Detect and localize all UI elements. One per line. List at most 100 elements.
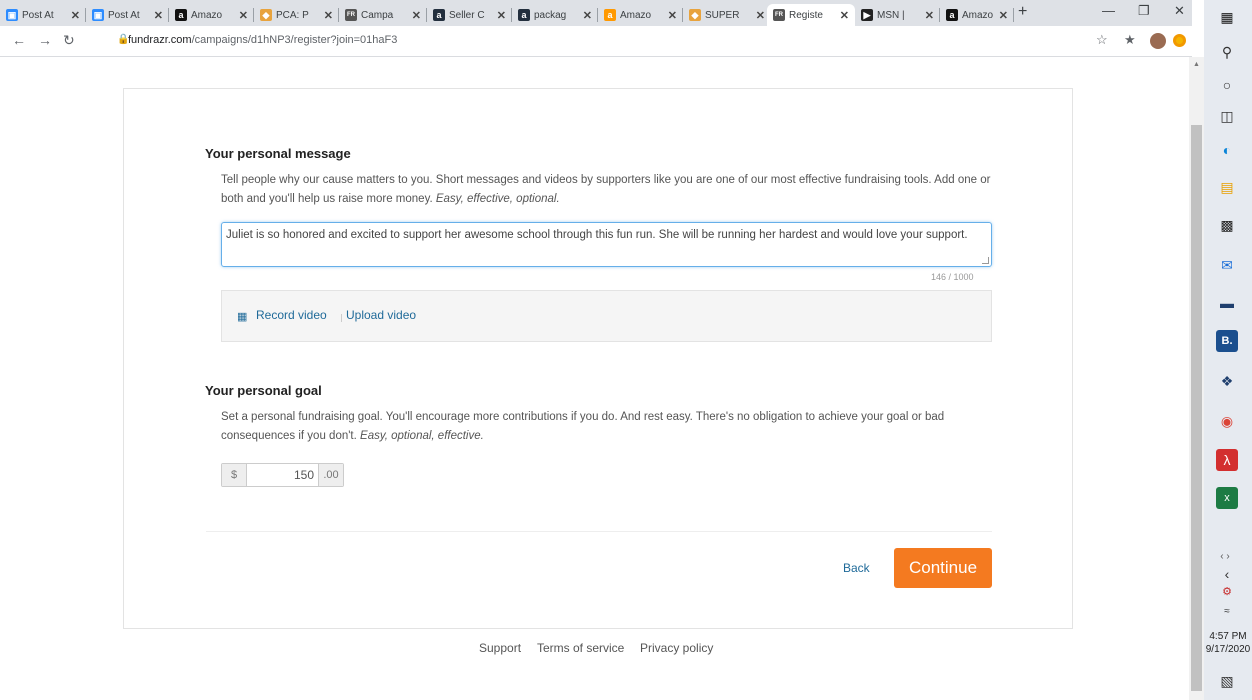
tray-icons[interactable]: ⚙ bbox=[1216, 580, 1238, 602]
close-window-icon[interactable]: ✕ bbox=[1174, 3, 1185, 19]
personal-goal-description: Set a personal fundraising goal. You'll … bbox=[221, 408, 996, 446]
acrobat-icon[interactable]: λ bbox=[1216, 449, 1238, 471]
browser-tab[interactable]: ▣ Post At ✕ bbox=[86, 4, 169, 26]
close-tab-icon[interactable]: ✕ bbox=[583, 9, 592, 22]
personal-message-title: Your personal message bbox=[205, 146, 351, 161]
video-options-box: ▦ Record video Upload video bbox=[221, 290, 992, 342]
extensions-icon[interactable]: ★ bbox=[1124, 32, 1136, 48]
amazon-app-icon[interactable]: ▬ bbox=[1216, 292, 1238, 314]
browser-tab[interactable]: FR Registe ✕ bbox=[767, 4, 855, 26]
forward-arrow-icon[interactable]: → bbox=[38, 32, 52, 48]
page-viewport: Your personal message Tell people why ou… bbox=[0, 57, 1190, 700]
url-path: /campaigns/d1hNP3/register?join=01haF3 bbox=[191, 34, 398, 46]
registration-card: Your personal message Tell people why ou… bbox=[123, 88, 1073, 629]
browser-tab[interactable]: a Amazo ✕ bbox=[598, 4, 683, 26]
close-tab-icon[interactable]: ✕ bbox=[412, 9, 421, 22]
close-tab-icon[interactable]: ✕ bbox=[840, 9, 849, 22]
amazon-icon: a bbox=[946, 9, 958, 21]
maximize-icon[interactable]: ❐ bbox=[1138, 3, 1150, 19]
excel-icon[interactable]: x bbox=[1216, 487, 1238, 509]
msn-icon: ▶ bbox=[861, 9, 873, 21]
close-tab-icon[interactable]: ✕ bbox=[71, 9, 80, 22]
resize-handle-icon[interactable] bbox=[982, 257, 989, 264]
scroll-up-icon[interactable]: ▲ bbox=[1193, 61, 1200, 68]
notification-center-icon[interactable]: ▧ bbox=[1216, 670, 1238, 692]
new-tab-button[interactable]: + bbox=[1018, 3, 1027, 21]
scrollbar-thumb[interactable] bbox=[1191, 125, 1202, 691]
profile-avatar[interactable] bbox=[1150, 33, 1166, 49]
personal-message-text: Juliet is so honored and excited to supp… bbox=[226, 229, 968, 241]
personal-message-textarea[interactable]: Juliet is so honored and excited to supp… bbox=[221, 222, 992, 267]
browser-tab[interactable]: FR Campa ✕ bbox=[339, 4, 427, 26]
character-counter: 146 / 1000 bbox=[931, 272, 974, 282]
address-bar: ← → ↻ 🔒 fundrazr.com/campaigns/d1hNP3/re… bbox=[0, 26, 1192, 57]
browser-tab-title: PCA: P bbox=[276, 9, 309, 21]
browser-tab[interactable]: ◆ PCA: P ✕ bbox=[254, 4, 339, 26]
booking-app-icon[interactable]: B. bbox=[1216, 330, 1238, 352]
browser-tab[interactable]: a Amazo ✕ bbox=[169, 4, 254, 26]
close-tab-icon[interactable]: ✕ bbox=[999, 9, 1008, 22]
footer-privacy-link[interactable]: Privacy policy bbox=[640, 641, 713, 655]
personal-message-description-text: Tell people why our cause matters to you… bbox=[221, 174, 991, 205]
start-windows-icon[interactable]: ▦ bbox=[1216, 6, 1238, 28]
close-tab-icon[interactable]: ✕ bbox=[497, 9, 506, 22]
amazon-orange-icon: a bbox=[604, 9, 616, 21]
browser-tab[interactable]: a Amazo ✕ bbox=[940, 4, 1014, 26]
browser-tab-title: Amazo bbox=[962, 9, 994, 21]
close-tab-icon[interactable]: ✕ bbox=[925, 9, 934, 22]
mail-icon[interactable]: ✉ bbox=[1216, 254, 1238, 276]
reload-icon[interactable]: ↻ bbox=[63, 32, 75, 49]
browser-tab[interactable]: ◆ SUPER ✕ bbox=[683, 4, 771, 26]
back-arrow-icon[interactable]: ← bbox=[12, 32, 26, 48]
browser-tab[interactable]: ▣ Post At ✕ bbox=[0, 4, 86, 26]
browser-tab[interactable]: ▶ MSN | ✕ bbox=[855, 4, 940, 26]
seller-central-icon: a bbox=[518, 9, 530, 21]
dropbox-icon[interactable]: ❖ bbox=[1216, 370, 1238, 392]
taskbar-time[interactable]: 4:57 PM bbox=[1204, 631, 1252, 642]
edge-browser-icon[interactable]: ◐ bbox=[1216, 139, 1238, 161]
extension-honey-icon[interactable] bbox=[1173, 34, 1186, 47]
windows-taskbar: ▦ ⚲ ○ ◫ ◐ ▤ ▩ ✉ ▬ B. ❖ ◉ λ x ‹ › ‹ ⚙ ≈ ▧ bbox=[1204, 0, 1252, 700]
browser-tab[interactable]: a packag ✕ bbox=[512, 4, 598, 26]
chrome-icon[interactable]: ◉ bbox=[1216, 410, 1238, 432]
cortana-icon[interactable]: ○ bbox=[1216, 74, 1238, 96]
wifi-volume-icon[interactable]: ≈ bbox=[1216, 600, 1238, 622]
close-tab-icon[interactable]: ✕ bbox=[756, 9, 765, 22]
browser-tab-title: MSN | bbox=[877, 9, 905, 21]
browser-tab-title: Registe bbox=[789, 9, 823, 21]
pca-icon: ◆ bbox=[689, 9, 701, 21]
personal-message-description: Tell people why our cause matters to you… bbox=[221, 171, 996, 209]
browser-tab-title: Campa bbox=[361, 9, 394, 21]
upload-video-link[interactable]: Upload video bbox=[346, 308, 416, 322]
fundrazr-icon: FR bbox=[773, 9, 785, 21]
browser-tab-title: packag bbox=[534, 9, 567, 21]
search-icon[interactable]: ⚲ bbox=[1216, 41, 1238, 63]
minimize-icon[interactable]: — bbox=[1102, 3, 1115, 18]
personal-goal-description-italic: Easy, optional, effective. bbox=[360, 430, 484, 442]
close-tab-icon[interactable]: ✕ bbox=[239, 9, 248, 22]
microsoft-store-icon[interactable]: ▩ bbox=[1216, 214, 1238, 236]
footer-support-link[interactable]: Support bbox=[479, 641, 521, 655]
footer-terms-link[interactable]: Terms of service bbox=[537, 641, 624, 655]
form-divider bbox=[206, 531, 992, 532]
zoom-icon: ▣ bbox=[6, 9, 18, 21]
file-explorer-icon[interactable]: ▤ bbox=[1216, 176, 1238, 198]
close-tab-icon[interactable]: ✕ bbox=[668, 9, 677, 22]
continue-button[interactable]: Continue bbox=[894, 548, 992, 588]
taskbar-date[interactable]: 9/17/2020 bbox=[1204, 644, 1252, 655]
goal-amount-input[interactable]: 150 bbox=[247, 464, 318, 486]
video-link-separator bbox=[341, 314, 342, 322]
close-tab-icon[interactable]: ✕ bbox=[324, 9, 333, 22]
browser-tab-title: Post At bbox=[22, 9, 54, 21]
record-video-link[interactable]: Record video bbox=[256, 308, 327, 322]
task-view-icon[interactable]: ◫ bbox=[1216, 105, 1238, 127]
browser-tab-title: SUPER bbox=[705, 9, 740, 21]
film-icon: ▦ bbox=[237, 311, 248, 323]
url-field[interactable]: fundrazr.com/campaigns/d1hNP3/register?j… bbox=[128, 34, 397, 46]
back-link[interactable]: Back bbox=[843, 561, 870, 575]
close-tab-icon[interactable]: ✕ bbox=[154, 9, 163, 22]
seller-central-icon: a bbox=[433, 9, 445, 21]
bookmark-star-icon[interactable]: ☆ bbox=[1096, 32, 1108, 48]
browser-tab[interactable]: a Seller C ✕ bbox=[427, 4, 512, 26]
page-scrollbar[interactable]: ▲ bbox=[1189, 57, 1204, 700]
